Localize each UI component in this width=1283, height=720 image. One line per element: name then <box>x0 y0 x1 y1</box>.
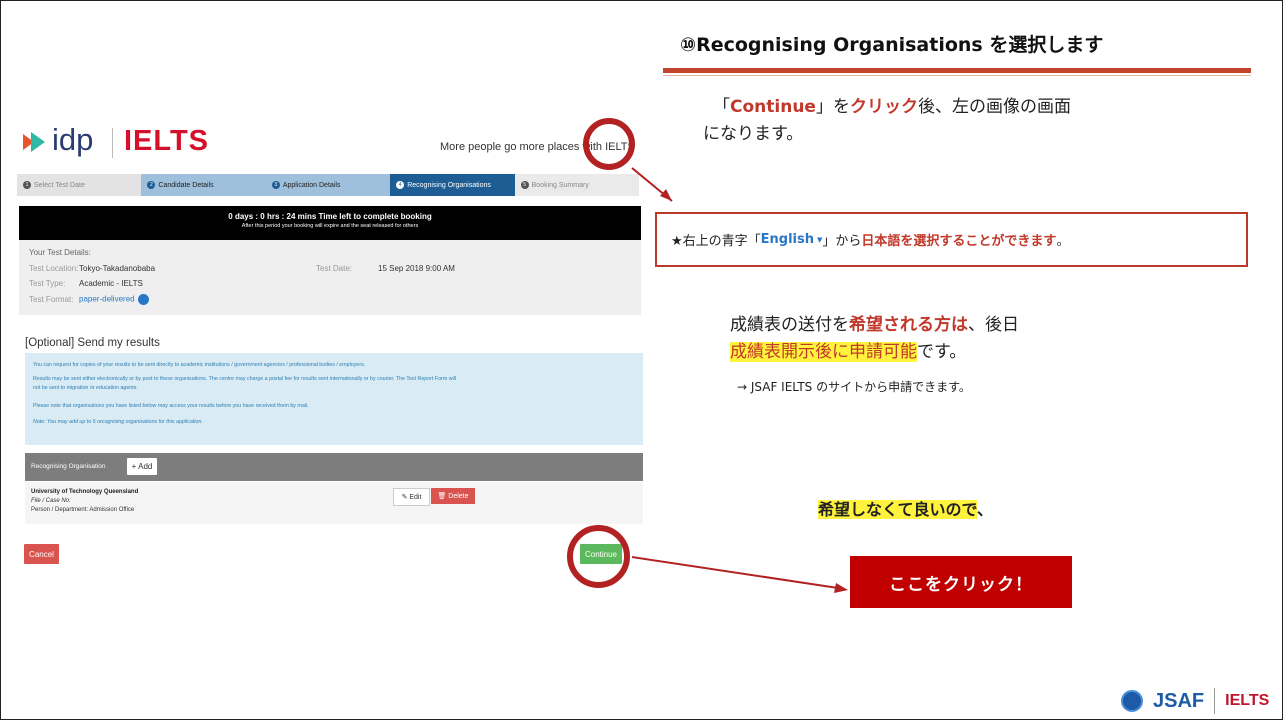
header-logo-separator <box>112 128 113 158</box>
results-l2a: 成績表開示後に申請可能 <box>730 342 917 362</box>
optional-section-title: [Optional] Send my results <box>25 337 160 349</box>
logo-separator <box>1214 688 1216 714</box>
step-recognising-organisations[interactable]: 4 Recognising Organisations <box>390 174 515 196</box>
step-number: 1 <box>23 181 31 189</box>
cancel-button[interactable]: Cancel <box>24 544 59 564</box>
timer-main: 0 days : 0 hrs : 24 mins Time left to co… <box>228 212 432 221</box>
info-line: Results may be sent either electronicall… <box>33 376 457 382</box>
location-label: Test Location: <box>29 264 79 273</box>
format-label: Test Format: <box>29 294 74 304</box>
info-panel: You can request for copies of your resul… <box>25 353 643 445</box>
org-person: Person / Department: Admission Office <box>31 507 135 513</box>
step-label: Recognising Organisations <box>407 181 491 189</box>
type-value: Academic - IELTS <box>79 279 143 288</box>
details-date-row: Test Date: 15 Sep 2018 9:00 AM <box>316 264 455 273</box>
step-label: Select Test Date <box>34 181 85 189</box>
results-l1a: 成績表の送付を <box>730 315 849 335</box>
intro-text: 「Continue」をクリック後、左の画像の画面 になります。 <box>703 94 1071 148</box>
step-number: 5 <box>520 181 529 189</box>
step-number: 3 <box>271 181 280 189</box>
step-label: Application Details <box>282 181 341 189</box>
results-l1b: 希望される方は <box>849 315 968 335</box>
site-header: idp IELTS More people go more places wit… <box>17 120 639 170</box>
date-label: Test Date: <box>316 264 353 273</box>
booking-screenshot: idp IELTS More people go more places wit… <box>17 120 643 580</box>
step-select-test-date[interactable]: 1 Select Test Date <box>17 174 142 196</box>
date-value: 15 Sep 2018 9:00 AM <box>378 264 455 273</box>
language-highlight-circle <box>583 118 635 170</box>
progress-steps: 1 Select Test Date 2 Candidate Details 3 Ap… <box>17 174 639 196</box>
intro-bracket-close: 」を <box>815 97 850 117</box>
title-rule-thin <box>663 75 1251 76</box>
ielts-footer-logo: IELTS <box>1225 692 1270 709</box>
details-type-row: Test Type: Academic - IELTS <box>29 279 143 288</box>
note-english: English <box>760 232 815 247</box>
step-number: 4 <box>396 181 405 189</box>
info-line: Note: You may add up to 5 recognising or… <box>33 419 203 425</box>
ro-label: Recognising Organisation <box>31 463 106 470</box>
no-need-text: 希望しなくて良いので、 <box>818 496 993 520</box>
format-info-icon[interactable] <box>137 294 149 305</box>
info-line: not be sent to migration or education ag… <box>33 385 138 391</box>
step-label: Booking Summary <box>531 181 589 189</box>
no-need-highlight: 希望しなくて良いので <box>818 500 977 519</box>
slide-title: ⑩Recognising Organisations を選択します <box>680 34 1104 56</box>
note-suffix: 。 <box>1056 234 1070 249</box>
step-label: Candidate Details <box>158 181 214 189</box>
intro-rest: 後、左の画像の画面 <box>917 97 1071 117</box>
results-text: 成績表の送付を希望される方は、後日 成績表開示後に申請可能です。 <box>730 312 1019 366</box>
no-need-comma: 、 <box>976 500 993 519</box>
info-line: You can request for copies of your resul… <box>33 362 366 368</box>
intro-bracket-open: 「 <box>713 97 730 117</box>
edit-button[interactable]: ✎ Edit <box>393 488 430 506</box>
results-l2b: です。 <box>917 342 967 362</box>
organisation-row: University of Technology Queensland File… <box>25 482 643 524</box>
timer-sub: After this period your booking will expi… <box>241 223 419 229</box>
details-heading: Your Test Details: <box>29 248 91 257</box>
footer-logos: JSAF IELTS <box>1121 688 1269 714</box>
click-word: クリック <box>849 97 918 117</box>
details-location-row: Test Location:Tokyo-Takadanobaba <box>29 264 155 273</box>
org-name: University of Technology Queensland <box>31 489 139 495</box>
jsaf-globe-icon <box>1121 690 1143 712</box>
intro-line2: になります。 <box>703 124 804 144</box>
info-line: Please note that organisations you have … <box>33 403 309 409</box>
note-prefix: ★右上の青字「 <box>671 234 761 249</box>
small-note: → JSAF IELTS のサイトから申請できます。 <box>737 380 971 394</box>
add-organisation-button[interactable]: + Add <box>127 458 157 475</box>
step-candidate-details[interactable]: 2 Candidate Details <box>141 174 266 196</box>
jsaf-logo: JSAF <box>1153 689 1205 712</box>
recognising-org-header: Recognising Organisation + Add <box>25 453 643 481</box>
step-number: 2 <box>147 181 156 189</box>
idp-logo: idp <box>52 122 94 157</box>
results-l1c: 、後日 <box>968 315 1019 335</box>
click-here-callout: ここをクリック！ <box>850 556 1072 608</box>
location-value: Tokyo-Takadanobaba <box>79 264 156 273</box>
continue-word: Continue <box>730 97 816 117</box>
note-bold: 日本語を選択することができます <box>861 234 1057 249</box>
booking-timer: 0 days : 0 hrs : 24 mins Time left to co… <box>19 206 641 240</box>
step-booking-summary[interactable]: 5 Booking Summary <box>515 174 639 196</box>
note-mid: 」から <box>822 234 862 249</box>
org-file: File / Case No: <box>31 498 71 504</box>
delete-button[interactable]: 🗑 Delete <box>431 488 475 504</box>
type-label: Test Type: <box>29 279 66 288</box>
step-application-details[interactable]: 3 Application Details <box>265 174 391 196</box>
details-format-row: Test Format: paper-delivered <box>29 294 149 305</box>
idp-logo-icon <box>23 132 45 152</box>
test-details: Your Test Details: Test Location:Tokyo-T… <box>19 240 641 315</box>
title-rule <box>663 68 1251 73</box>
ielts-logo: IELTS <box>124 125 210 157</box>
format-value[interactable]: paper-delivered <box>79 295 135 304</box>
language-note-box: ★右上の青字「 English ▼ 」から 日本語を選択することができます。 <box>655 212 1248 267</box>
continue-highlight-circle <box>567 525 630 588</box>
